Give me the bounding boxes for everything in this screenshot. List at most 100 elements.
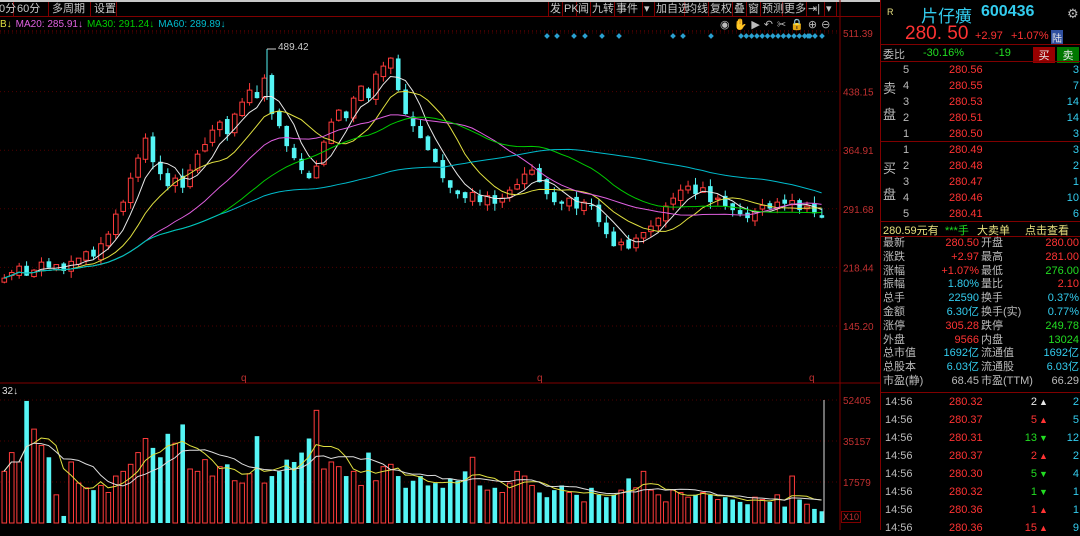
play-icon[interactable]: ▶ <box>751 19 759 31</box>
ask-row[interactable]: 4 280.55 7 <box>881 78 1080 94</box>
settings-gear-icon[interactable]: ⚙ <box>1067 6 1079 22</box>
volume-bar <box>574 494 579 523</box>
hand-icon[interactable]: ✋ <box>734 19 748 31</box>
candle-body <box>715 197 721 200</box>
tick-time: 14:56 <box>885 504 913 516</box>
ask-row[interactable]: 5 280.56 3 <box>881 62 1080 78</box>
volume-bar <box>180 424 185 523</box>
stat-value: 276.00 <box>1045 264 1079 277</box>
level-volume: 7 <box>1072 80 1079 92</box>
candle-body <box>492 195 498 204</box>
volume-bar <box>335 466 342 524</box>
zoom-out-icon[interactable]: ⊖ <box>821 19 830 31</box>
level: 2 <box>903 112 910 124</box>
candle-body <box>782 199 788 204</box>
volume-bar <box>552 490 557 523</box>
volume-bar <box>306 438 312 523</box>
volume-bar <box>380 466 387 524</box>
event-marker-icon <box>554 33 560 39</box>
price-axis-label: 511.39 <box>843 29 873 40</box>
peak-price-label: 489.42 <box>278 42 309 53</box>
level-price: 280.47 <box>949 176 983 188</box>
zoom-in-icon[interactable]: ⊕ <box>808 19 817 31</box>
volume-bar <box>685 496 691 524</box>
volume-bar <box>277 471 282 523</box>
ask-row[interactable]: 1 280.50 3 <box>881 126 1080 142</box>
candle-body <box>455 190 460 195</box>
stat-value: 6.03亿 <box>1046 361 1079 374</box>
stat-value: 0.37% <box>1047 292 1079 305</box>
lock-icon[interactable]: 🔒 <box>790 19 804 31</box>
candle-body <box>618 241 624 246</box>
candle-body <box>708 186 713 203</box>
level: 3 <box>903 176 910 188</box>
volume-axis-label: 17579 <box>843 478 871 489</box>
candle-body <box>477 195 483 203</box>
stat-row: 总手 22590 换手 0.37% <box>881 291 1080 305</box>
volume-bar <box>231 480 238 524</box>
level: 4 <box>903 192 910 204</box>
stat-label: 市盈(静) <box>883 375 924 387</box>
tick-time: 14:56 <box>885 396 913 408</box>
volume-bar <box>506 482 513 524</box>
volume-bar <box>670 489 677 524</box>
candle-body <box>246 89 253 104</box>
ask-row[interactable]: 3 280.53 14 <box>881 94 1080 110</box>
volume-bar <box>350 470 357 524</box>
candle-body <box>640 232 647 239</box>
chart-area[interactable]: 0分 60分 多周期 设置发 PK 闻九转 事件 ▾ 加自选 均线 复权叠窗预测 更多 ⇥| ▾ B↓ MA… <box>0 0 880 530</box>
tick-volume: 13 <box>1024 432 1037 444</box>
kline-chart[interactable]: 511.39 438.15 364.91 291.68 218.44 145.20 5240… <box>0 0 880 530</box>
candle-body <box>98 243 104 261</box>
candle-body <box>46 261 52 268</box>
tick-count: 9 <box>1072 522 1079 534</box>
ma60-line <box>3 148 822 279</box>
bid-row[interactable]: 2 280.48 2 <box>881 158 1080 174</box>
undo-icon[interactable]: ↶ <box>764 19 773 31</box>
volume-bar <box>1 470 8 524</box>
volume-bar <box>693 494 698 523</box>
volume-axis-label: 35157 <box>843 437 871 448</box>
bid-row[interactable]: 5 280.41 6 <box>881 206 1080 222</box>
level-volume: 3 <box>1072 144 1079 156</box>
tick-row: 14:56 280.37 5 ▲ 5 <box>881 412 1080 428</box>
volume-bar <box>254 436 260 523</box>
volume-bar <box>83 487 89 524</box>
tick-row: 14:56 280.31 13 ▼ 12 <box>881 430 1080 446</box>
bid-row[interactable]: 3 280.47 1 <box>881 174 1080 190</box>
candle-body <box>604 222 609 235</box>
volume-bar <box>789 475 795 524</box>
tick-price: 280.37 <box>949 450 983 462</box>
bid-row[interactable]: 4 280.46 10 <box>881 190 1080 206</box>
stat-label: 最高 <box>981 250 1003 263</box>
stat-row: 涨幅 +1.07% 最低 276.00 <box>881 264 1080 278</box>
volume-bar <box>246 473 253 524</box>
candle-body <box>685 185 691 191</box>
candle-body <box>224 119 230 135</box>
event-marker-icon <box>759 33 766 39</box>
volume-bar <box>53 494 60 524</box>
stat-row: 外盘 9566 内盘 13024 <box>881 333 1080 347</box>
volume-bar <box>677 491 684 524</box>
level: 5 <box>903 208 910 220</box>
volume-bar <box>662 501 669 524</box>
level-volume: 10 <box>1066 192 1079 204</box>
volume-bar <box>782 506 788 523</box>
bid-row[interactable]: 1 280.49 3 <box>881 142 1080 158</box>
eye-icon[interactable]: ◉ <box>720 19 730 31</box>
volume-bar <box>299 452 304 523</box>
candle-body <box>202 144 208 152</box>
level-price: 280.55 <box>949 80 983 92</box>
stat-label: 总股本 <box>883 361 916 374</box>
tick-volume: 15 <box>1024 522 1037 534</box>
tick-price: 280.31 <box>949 432 983 444</box>
volume-bar <box>127 463 134 524</box>
ask-row[interactable]: 2 280.51 14 <box>881 110 1080 126</box>
candle-body <box>626 239 631 249</box>
tick-volume: 2 <box>1030 450 1037 462</box>
scissors-icon[interactable]: ✂ <box>777 19 786 31</box>
volume-bar <box>313 409 320 524</box>
event-marker-icon <box>785 33 792 39</box>
tick-price: 280.37 <box>949 414 983 426</box>
price-axis-label: 218.44 <box>843 263 874 274</box>
